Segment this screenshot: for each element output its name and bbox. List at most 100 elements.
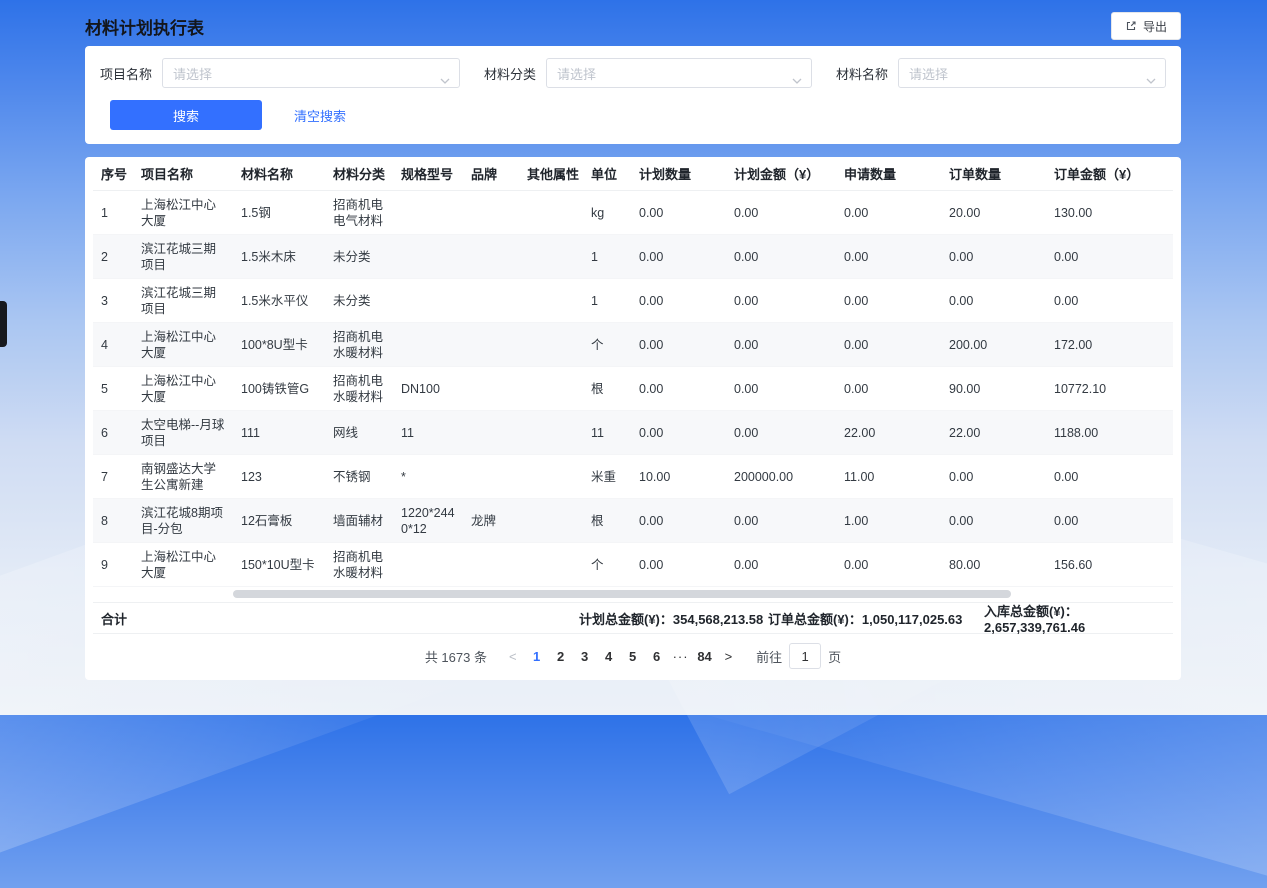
column-header: 单位 xyxy=(583,157,631,191)
table-row[interactable]: 4上海松江中心大厦100*8U型卡招商机电水暖材料个0.000.000.0020… xyxy=(93,323,1173,367)
table-card: 序号项目名称材料名称材料分类规格型号品牌其他属性单位计划数量计划金额（¥）申请数… xyxy=(85,157,1181,680)
table-cell: 1 xyxy=(583,279,631,323)
project-name-select[interactable]: 请选择 xyxy=(162,58,460,88)
clear-search-link[interactable]: 清空搜索 xyxy=(294,106,346,125)
export-button[interactable]: 导出 xyxy=(1111,12,1181,40)
table-cell: 0.00 xyxy=(726,367,836,411)
page-number[interactable]: 4 xyxy=(597,649,621,664)
table-row[interactable]: 6太空电梯--月球项目111网线11110.000.0022.0022.0011… xyxy=(93,411,1173,455)
next-page-button[interactable]: > xyxy=(717,649,741,664)
select-placeholder: 请选择 xyxy=(909,64,948,83)
table-cell xyxy=(519,279,583,323)
drawer-handle[interactable] xyxy=(0,301,7,347)
table-row[interactable]: 7南钢盛达大学生公寓新建123不锈钢*米重10.00200000.0011.00… xyxy=(93,455,1173,499)
column-header: 材料名称 xyxy=(233,157,325,191)
page-number[interactable]: 2 xyxy=(549,649,573,664)
page-number[interactable]: 1 xyxy=(525,649,549,664)
table-cell: 网线 xyxy=(325,411,393,455)
goto-suffix-label: 页 xyxy=(828,647,841,666)
table-cell: 太空电梯--月球项目 xyxy=(133,411,233,455)
table-cell: * xyxy=(393,455,463,499)
prev-page-button[interactable]: < xyxy=(501,649,525,664)
table-cell: 0.00 xyxy=(941,455,1046,499)
table-cell xyxy=(393,323,463,367)
material-category-select[interactable]: 请选择 xyxy=(546,58,812,88)
table-cell: 0.00 xyxy=(836,235,941,279)
goto-page: 前往 页 xyxy=(756,643,841,669)
table-cell: 0.00 xyxy=(1046,455,1173,499)
table-row[interactable]: 3滨江花城三期项目1.5米水平仪未分类10.000.000.000.000.00 xyxy=(93,279,1173,323)
select-placeholder: 请选择 xyxy=(557,64,596,83)
table-cell: 0.00 xyxy=(836,543,941,587)
page-number[interactable]: 5 xyxy=(621,649,645,664)
table-cell: 滨江花城8期项目-分包 xyxy=(133,499,233,543)
table-row[interactable]: 8滨江花城8期项目-分包12石膏板墙面辅材1220*2440*12龙牌根0.00… xyxy=(93,499,1173,543)
table-cell: 80.00 xyxy=(941,543,1046,587)
table-cell: DN100 xyxy=(393,367,463,411)
export-button-label: 导出 xyxy=(1143,18,1167,35)
table-cell: 上海松江中心大厦 xyxy=(133,367,233,411)
table-cell: 200.00 xyxy=(941,323,1046,367)
table-cell: 未分类 xyxy=(325,235,393,279)
page-header: 材料计划执行表 导出 xyxy=(85,0,1181,46)
table-cell: 龙牌 xyxy=(463,499,519,543)
column-header: 订单数量 xyxy=(941,157,1046,191)
table-cell xyxy=(393,279,463,323)
table-row[interactable]: 5上海松江中心大厦100铸铁管G招商机电水暖材料DN100根0.000.000.… xyxy=(93,367,1173,411)
table-cell: 墙面辅材 xyxy=(325,499,393,543)
table-cell: 招商机电电气材料 xyxy=(325,191,393,235)
table-cell xyxy=(519,191,583,235)
goto-page-input[interactable] xyxy=(789,643,821,669)
table-cell: 招商机电水暖材料 xyxy=(325,323,393,367)
table-cell: 南钢盛达大学生公寓新建 xyxy=(133,455,233,499)
table-cell xyxy=(519,323,583,367)
column-header: 计划数量 xyxy=(631,157,726,191)
table-cell: 100*8U型卡 xyxy=(233,323,325,367)
table-cell: 5 xyxy=(93,367,133,411)
page-number[interactable]: 3 xyxy=(573,649,597,664)
table-cell: 22.00 xyxy=(836,411,941,455)
search-button[interactable]: 搜索 xyxy=(110,100,262,130)
table-row[interactable]: 9上海松江中心大厦150*10U型卡招商机电水暖材料个0.000.000.008… xyxy=(93,543,1173,587)
table-cell: 0.00 xyxy=(1046,499,1173,543)
table-cell xyxy=(463,323,519,367)
table-row[interactable]: 2滨江花城三期项目1.5米木床未分类10.000.000.000.000.00 xyxy=(93,235,1173,279)
table-cell: 招商机电水暖材料 xyxy=(325,543,393,587)
filter-group-project: 项目名称 请选择 xyxy=(100,58,460,88)
summary-plan-total: 计划总金额(¥)：354,568,213.58 xyxy=(579,609,763,628)
summary-order-total: 订单总金额(¥)：1,050,117,025.63 xyxy=(768,609,962,628)
pagination: 共 1673 条 < 123456···84 > 前往 页 xyxy=(93,634,1173,680)
page-number[interactable]: 84 xyxy=(693,649,717,664)
column-header: 材料分类 xyxy=(325,157,393,191)
material-name-select[interactable]: 请选择 xyxy=(898,58,1166,88)
table-cell: 0.00 xyxy=(631,279,726,323)
table-cell: 0.00 xyxy=(631,367,726,411)
table-cell: 1.5米水平仪 xyxy=(233,279,325,323)
table-cell: 3 xyxy=(93,279,133,323)
table-cell: 0.00 xyxy=(836,323,941,367)
table-cell: 个 xyxy=(583,323,631,367)
horizontal-scrollbar-thumb[interactable] xyxy=(233,590,1011,598)
table-cell: 未分类 xyxy=(325,279,393,323)
horizontal-scrollbar xyxy=(93,590,1173,598)
table-cell: 150*10U型卡 xyxy=(233,543,325,587)
page-number[interactable]: 6 xyxy=(645,649,669,664)
table-cell: 0.00 xyxy=(726,411,836,455)
table-header-row: 序号项目名称材料名称材料分类规格型号品牌其他属性单位计划数量计划金额（¥）申请数… xyxy=(93,157,1173,191)
chevron-down-icon xyxy=(1146,71,1156,89)
table-cell xyxy=(393,191,463,235)
table-cell: 0.00 xyxy=(836,279,941,323)
table-row[interactable]: 1上海松江中心大厦1.5钢招商机电电气材料kg0.000.000.0020.00… xyxy=(93,191,1173,235)
table-cell: 滨江花城三期项目 xyxy=(133,235,233,279)
table-cell: 6 xyxy=(93,411,133,455)
filter-group-material: 材料名称 请选择 xyxy=(836,58,1166,88)
table-cell xyxy=(519,235,583,279)
table-cell xyxy=(393,543,463,587)
column-header: 申请数量 xyxy=(836,157,941,191)
column-header: 计划金额（¥） xyxy=(726,157,836,191)
table-cell: 1.5米木床 xyxy=(233,235,325,279)
material-category-label: 材料分类 xyxy=(484,64,536,83)
pagination-ellipsis[interactable]: ··· xyxy=(669,649,693,664)
table-cell xyxy=(463,367,519,411)
table-cell: 0.00 xyxy=(836,191,941,235)
